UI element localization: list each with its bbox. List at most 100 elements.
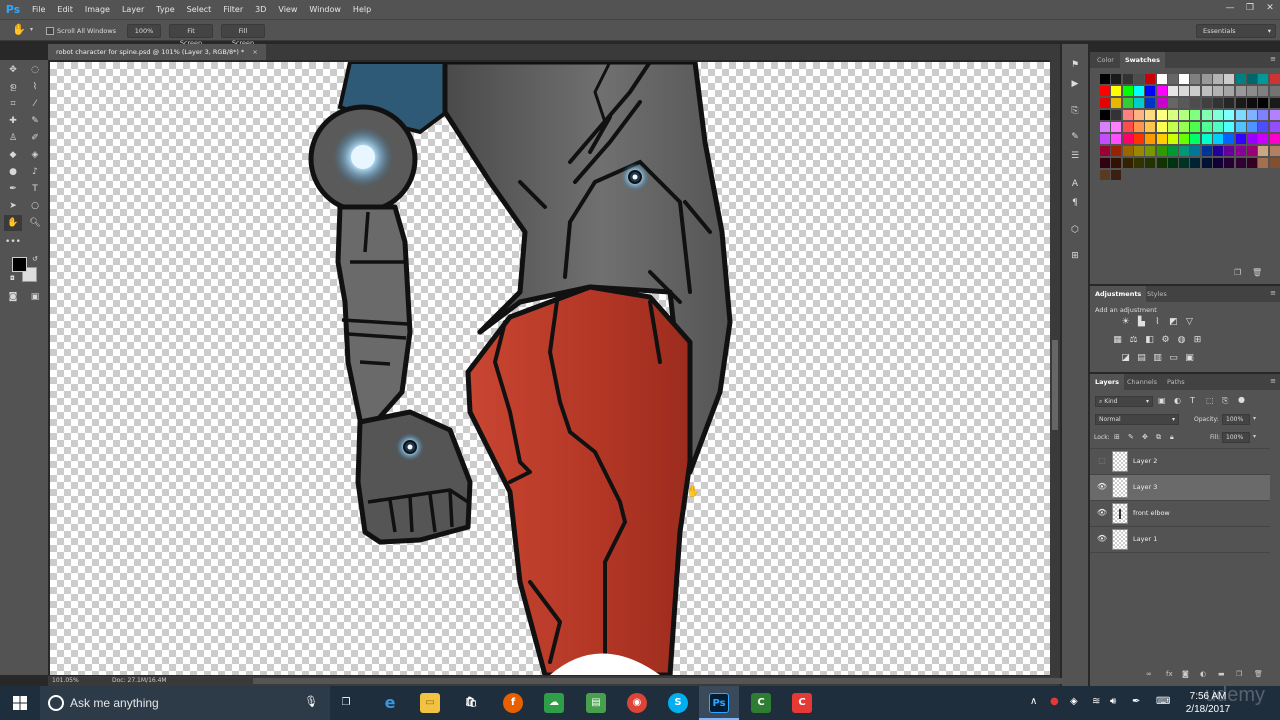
hand-tool-preset-icon[interactable]: ✋: [12, 23, 26, 36]
color-swatch[interactable]: [1224, 86, 1235, 96]
color-balance-icon[interactable]: ◧: [1144, 335, 1155, 346]
color-swatch[interactable]: [1201, 86, 1212, 96]
tab-color[interactable]: Color: [1092, 52, 1119, 68]
color-swatch[interactable]: [1145, 110, 1156, 120]
color-swatch[interactable]: [1111, 146, 1122, 156]
filter-shape-icon[interactable]: ⬚: [1206, 396, 1214, 405]
task-view-icon[interactable]: ❐: [336, 693, 356, 713]
photoshop-taskbar-icon[interactable]: Ps: [709, 693, 729, 713]
minimize-button[interactable]: —: [1220, 0, 1240, 19]
zoom-100-button[interactable]: 100%: [127, 24, 161, 38]
more-tools-icon[interactable]: •••: [4, 234, 22, 250]
character-icon[interactable]: A: [1068, 177, 1082, 191]
color-swatch[interactable]: [1201, 146, 1212, 156]
color-swatch[interactable]: [1201, 158, 1212, 168]
firefox-icon[interactable]: f: [503, 693, 523, 713]
color-swatch[interactable]: [1224, 158, 1235, 168]
quick-mask-icon[interactable]: ◙: [4, 289, 22, 305]
color-swatch[interactable]: [1111, 74, 1122, 84]
dodge-tool-icon[interactable]: ♪: [26, 164, 44, 180]
add-mask-icon[interactable]: ◙: [1182, 670, 1189, 678]
default-colors-icon[interactable]: ◘: [10, 275, 15, 282]
menu-edit[interactable]: Edit: [51, 0, 79, 19]
color-swatch[interactable]: [1258, 158, 1269, 168]
color-swatch[interactable]: [1156, 110, 1167, 120]
color-swatch[interactable]: [1156, 134, 1167, 144]
color-swatch[interactable]: [1201, 122, 1212, 132]
edge-icon[interactable]: e: [380, 693, 400, 713]
new-group-icon[interactable]: ▬: [1218, 670, 1225, 678]
color-swatch[interactable]: [1167, 158, 1178, 168]
menu-select[interactable]: Select: [181, 0, 218, 19]
zoom-level[interactable]: 101.05%: [52, 677, 79, 684]
color-swatch[interactable]: [1224, 134, 1235, 144]
menu-layer[interactable]: Layer: [116, 0, 150, 19]
color-swatch[interactable]: [1100, 158, 1110, 168]
color-swatch[interactable]: [1179, 110, 1190, 120]
microphone-icon[interactable]: 🎙︎: [304, 695, 318, 708]
brush-tool-icon[interactable]: ✎: [26, 113, 44, 129]
color-swatch[interactable]: [1235, 134, 1246, 144]
color-swatch[interactable]: [1156, 146, 1167, 156]
color-swatch[interactable]: [1190, 158, 1201, 168]
color-swatch[interactable]: [1179, 158, 1190, 168]
tray-expand-icon[interactable]: ∧: [1030, 696, 1037, 707]
lock-artboard-icon[interactable]: ⧉: [1156, 433, 1161, 442]
gradient-map-icon[interactable]: ▭: [1168, 353, 1179, 364]
selective-color-icon[interactable]: ▣: [1184, 353, 1195, 364]
color-swatch[interactable]: [1213, 86, 1223, 96]
color-swatch[interactable]: [1258, 110, 1269, 120]
color-swatch[interactable]: [1111, 86, 1122, 96]
scroll-all-windows-checkbox[interactable]: [46, 27, 54, 35]
fill-chevron-icon[interactable]: ▾: [1253, 433, 1256, 440]
color-swatch[interactable]: [1213, 74, 1223, 84]
screen-mode-icon[interactable]: ▣: [26, 289, 44, 305]
color-swatch[interactable]: [1213, 158, 1223, 168]
foreground-color-swatch[interactable]: [12, 257, 27, 272]
color-swatch[interactable]: [1145, 134, 1156, 144]
color-swatch[interactable]: [1258, 86, 1269, 96]
tray-dropbox-icon[interactable]: ◈: [1070, 696, 1078, 707]
color-swatch[interactable]: [1246, 146, 1257, 156]
color-swatch[interactable]: [1179, 134, 1190, 144]
color-swatch[interactable]: [1269, 158, 1280, 168]
brightness-icon[interactable]: ☀: [1120, 317, 1131, 328]
fill-input[interactable]: 100%: [1222, 432, 1250, 443]
color-swatch[interactable]: [1201, 134, 1212, 144]
filter-toggle-icon[interactable]: ●: [1238, 395, 1245, 404]
color-swatch[interactable]: [1167, 146, 1178, 156]
color-swatch[interactable]: [1235, 98, 1246, 108]
layer-name[interactable]: Layer 2: [1133, 457, 1157, 465]
color-swatch[interactable]: [1258, 122, 1269, 132]
filter-adjustment-icon[interactable]: ◐: [1174, 396, 1181, 405]
opacity-input[interactable]: 100%: [1222, 414, 1250, 425]
color-swatch[interactable]: [1100, 134, 1110, 144]
color-swatch[interactable]: [1145, 98, 1156, 108]
color-swatch[interactable]: [1156, 122, 1167, 132]
pen-tool-icon[interactable]: ✒: [4, 181, 22, 197]
layer-name[interactable]: Layer 1: [1133, 535, 1157, 543]
camtasia-recorder-icon[interactable]: C: [792, 693, 812, 713]
color-swatch[interactable]: [1213, 134, 1223, 144]
color-swatch[interactable]: [1156, 98, 1167, 108]
layer-row-layer-1[interactable]: 👁︎ Layer 1: [1090, 527, 1270, 553]
menu-file[interactable]: File: [26, 0, 51, 19]
color-swatch[interactable]: [1190, 134, 1201, 144]
eraser-tool-icon[interactable]: ◆: [4, 147, 22, 163]
color-swatch[interactable]: [1269, 122, 1280, 132]
color-swatch[interactable]: [1269, 98, 1280, 108]
menu-help[interactable]: Help: [347, 0, 377, 19]
color-swatch[interactable]: [1156, 158, 1167, 168]
color-swatch[interactable]: [1246, 134, 1257, 144]
eye-icon[interactable]: 👁︎: [1096, 533, 1108, 545]
color-swatch[interactable]: [1179, 74, 1190, 84]
color-swatch[interactable]: [1224, 122, 1235, 132]
color-swatch[interactable]: [1224, 146, 1235, 156]
color-swatch[interactable]: [1167, 98, 1178, 108]
lock-transparent-icon[interactable]: ⊞: [1114, 433, 1120, 441]
color-swatch[interactable]: [1201, 74, 1212, 84]
tray-app-icon[interactable]: ●: [1050, 696, 1059, 707]
color-swatch[interactable]: [1179, 146, 1190, 156]
color-swatch[interactable]: [1246, 110, 1257, 120]
exposure-icon[interactable]: ◩: [1168, 317, 1179, 328]
